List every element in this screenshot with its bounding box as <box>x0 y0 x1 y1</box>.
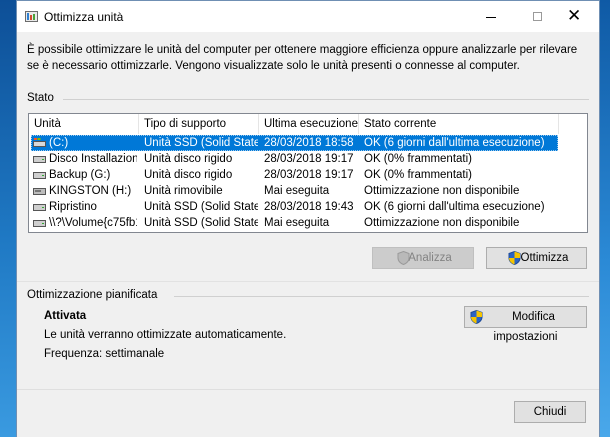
drive-media-type: Unità SSD (Solid State D... <box>144 217 258 229</box>
intro-text: È possibile ottimizzare le unità del com… <box>27 44 578 72</box>
schedule-description: Le unità verranno ottimizzate automatica… <box>44 329 287 341</box>
close-window-button[interactable]: ✕ <box>557 1 599 32</box>
close-icon: ✕ <box>567 6 582 25</box>
drive-last-run: 28/03/2018 19:43 <box>264 201 354 213</box>
maximize-icon <box>533 12 542 21</box>
drive-media-type: Unità SSD (Solid State D... <box>144 201 258 213</box>
status-separator <box>63 99 589 100</box>
drive-list[interactable]: Unità Tipo di supporto Ultima esecuzione… <box>28 113 588 233</box>
schedule-separator <box>174 296 589 297</box>
close-button[interactable]: Chiudi <box>514 401 586 423</box>
uac-shield-icon <box>470 310 483 324</box>
optimize-button[interactable]: Ottimizza <box>486 247 587 269</box>
drive-last-run: 28/03/2018 19:17 <box>264 169 354 181</box>
drive-row[interactable]: Backup (G:) Unità disco rigido 28/03/201… <box>29 167 587 183</box>
uac-shield-icon <box>397 251 410 265</box>
drive-name: Disco Installazioni ... <box>49 153 137 165</box>
title-bar[interactable]: Ottimizza unità ✕ <box>17 1 599 32</box>
drive-media-type: Unità rimovibile <box>144 185 223 197</box>
drive-current-status: OK (0% frammentati) <box>364 169 472 181</box>
drive-last-run: Mai eseguita <box>264 217 330 229</box>
drive-row[interactable]: Ripristino Unità SSD (Solid State D... 2… <box>29 199 587 215</box>
windows-drive-icon <box>33 138 46 147</box>
hard-drive-icon <box>33 172 46 179</box>
window-title: Ottimizza unità <box>44 10 124 24</box>
schedule-frequency: Frequenza: settimanale <box>44 348 165 360</box>
modify-settings-button[interactable]: Modifica impostazioni <box>464 306 587 343</box>
drive-name: Backup (G:) <box>49 169 111 181</box>
list-header: Unità Tipo di supporto Ultima esecuzione… <box>29 114 587 134</box>
drive-last-run: Mai eseguita <box>264 185 330 197</box>
desktop-background-left <box>0 0 16 437</box>
minimize-button[interactable] <box>471 1 513 32</box>
drive-row[interactable]: Disco Installazioni ... Unità disco rigi… <box>29 151 587 167</box>
drive-current-status: OK (6 giorni dall'ultima esecuzione) <box>364 201 545 213</box>
desktop-background-right <box>600 0 610 437</box>
hard-drive-icon <box>33 204 46 211</box>
dialog-footer: Chiudi <box>17 389 599 437</box>
maximize-button[interactable] <box>517 1 559 32</box>
drive-media-type: Unità SSD (Solid State D... <box>144 137 258 149</box>
hard-drive-icon <box>33 220 46 227</box>
column-header-last-run[interactable]: Ultima esecuzione <box>259 114 359 134</box>
drive-media-type: Unità disco rigido <box>144 153 233 165</box>
uac-shield-icon <box>508 251 521 265</box>
column-header-media-type[interactable]: Tipo di supporto <box>139 114 259 134</box>
drive-last-run: 28/03/2018 19:17 <box>264 153 354 165</box>
schedule-state: Attivata <box>44 310 87 322</box>
section-divider <box>17 281 599 282</box>
schedule-section-label: Ottimizzazione pianificata <box>27 289 158 301</box>
drive-last-run: 28/03/2018 18:58 <box>264 137 354 149</box>
removable-drive-icon <box>33 188 46 195</box>
drive-current-status: OK (0% frammentati) <box>364 153 472 165</box>
drive-name: Ripristino <box>49 201 97 213</box>
close-button-label: Chiudi <box>533 406 567 418</box>
minimize-icon <box>486 17 496 18</box>
column-header-current-status[interactable]: Stato corrente <box>359 114 559 134</box>
drive-current-status: Ottimizzazione non disponibile <box>364 185 520 197</box>
status-section-label: Stato <box>27 92 54 104</box>
drive-row[interactable]: KINGSTON (H:) Unità rimovibile Mai esegu… <box>29 183 587 199</box>
defrag-app-icon <box>25 11 38 22</box>
hard-drive-icon <box>33 156 46 163</box>
column-header-drive[interactable]: Unità <box>29 114 139 134</box>
modify-settings-label: Modifica impostazioni <box>493 311 558 343</box>
drive-name: KINGSTON (H:) <box>49 185 132 197</box>
drive-current-status: OK (6 giorni dall'ultima esecuzione) <box>364 137 545 149</box>
analyze-button[interactable]: Analizza <box>372 247 474 269</box>
drive-row[interactable]: (C:) Unità SSD (Solid State D... 28/03/2… <box>29 135 587 151</box>
drive-current-status: Ottimizzazione non disponibile <box>364 217 520 229</box>
drive-media-type: Unità disco rigido <box>144 169 233 181</box>
drive-row[interactable]: \\?\Volume{c75fb1... Unità SSD (Solid St… <box>29 215 587 231</box>
drive-name: \\?\Volume{c75fb1... <box>49 217 137 229</box>
drive-name: (C:) <box>49 137 69 149</box>
optimize-drives-window: Ottimizza unità ✕ È possibile ottimizzar… <box>16 0 600 437</box>
